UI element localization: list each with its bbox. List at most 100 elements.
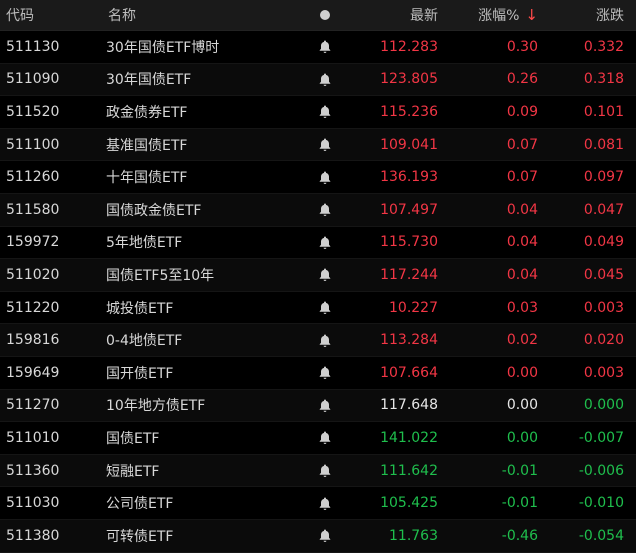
stock-code: 511090	[6, 71, 60, 88]
table-row[interactable]: 511260 十年国债ETF 136.193 0.07 0.097	[0, 161, 636, 194]
quote-table: 代码 名称 最新 涨幅% ↓ 涨跌 511130 30年国债ETF博时 112.283…	[0, 0, 636, 553]
stock-code: 159816	[6, 332, 60, 349]
change-amount: -0.007	[578, 429, 624, 446]
change-percent: 0.09	[506, 103, 538, 120]
change-amount: 0.097	[583, 169, 624, 186]
header-alert[interactable]	[305, 0, 345, 30]
table-row[interactable]: 511270 10年地方债ETF 117.648 0.00 0.000	[0, 389, 636, 423]
bell-icon[interactable]	[305, 202, 345, 218]
table-row[interactable]: 511090 30年国债ETF 123.805 0.26 0.318	[0, 63, 636, 97]
latest-price: 113.284	[380, 332, 438, 349]
change-percent: 0.30	[506, 38, 538, 55]
bell-icon[interactable]	[305, 463, 345, 479]
header-name[interactable]: 名称	[100, 0, 305, 30]
table-row[interactable]: 511360 短融ETF 111.642 -0.01 -0.006	[0, 454, 636, 488]
bell-icon[interactable]	[305, 169, 345, 185]
bell-icon[interactable]	[305, 137, 345, 153]
table-row[interactable]: 159816 0-4地债ETF 113.284 0.02 0.020	[0, 324, 636, 357]
stock-code: 511260	[6, 169, 60, 186]
change-percent: 0.26	[506, 71, 538, 88]
change-percent: 0.04	[506, 234, 538, 251]
header-code[interactable]: 代码	[0, 0, 100, 30]
stock-name: 30年国债ETF	[106, 72, 192, 89]
change-percent: 0.04	[506, 201, 538, 218]
bell-icon[interactable]	[305, 365, 345, 381]
latest-price: 11.763	[389, 527, 438, 544]
bell-icon[interactable]	[305, 39, 345, 55]
change-amount: 0.000	[583, 397, 624, 414]
stock-code: 159972	[6, 234, 60, 251]
stock-code: 511010	[6, 429, 60, 446]
change-percent: 0.00	[506, 397, 538, 414]
stock-name: 十年国债ETF	[106, 170, 188, 187]
latest-price: 105.425	[380, 495, 438, 512]
bell-icon[interactable]	[305, 332, 345, 348]
stock-code: 511360	[6, 462, 60, 479]
bell-icon[interactable]	[305, 430, 345, 446]
header-change-amt[interactable]: 涨跌	[540, 0, 636, 30]
stock-name: 国债ETF	[106, 430, 160, 447]
table-row[interactable]: 511100 基准国债ETF 109.041 0.07 0.081	[0, 128, 636, 162]
table-row[interactable]: 511010 国债ETF 141.022 0.00 -0.007	[0, 422, 636, 455]
change-amount: 0.101	[583, 103, 624, 120]
table-row[interactable]: 511030 公司债ETF 105.425 -0.01 -0.010	[0, 487, 636, 520]
stock-name: 0-4地债ETF	[106, 333, 183, 350]
latest-price: 115.236	[380, 103, 438, 120]
stock-code: 511270	[6, 397, 60, 414]
latest-price: 115.730	[380, 234, 438, 251]
stock-code: 511520	[6, 103, 60, 120]
bell-icon[interactable]	[305, 300, 345, 316]
stock-code: 511580	[6, 201, 60, 218]
stock-name: 公司债ETF	[106, 496, 174, 513]
latest-price: 107.664	[380, 364, 438, 381]
change-percent: -0.01	[501, 495, 538, 512]
latest-price: 123.805	[380, 71, 438, 88]
stock-name: 可转债ETF	[106, 528, 174, 545]
latest-price: 109.041	[380, 136, 438, 153]
header-price[interactable]: 最新	[345, 0, 440, 30]
stock-code: 511130	[6, 38, 60, 55]
latest-price: 136.193	[380, 169, 438, 186]
table-row[interactable]: 511520 政金债券ETF 115.236 0.09 0.101	[0, 96, 636, 129]
table-row[interactable]: 511220 城投债ETF 10.227 0.03 0.003	[0, 292, 636, 325]
bell-icon[interactable]	[305, 71, 345, 87]
change-amount: 0.045	[583, 266, 624, 283]
stock-name: 30年国债ETF博时	[106, 39, 220, 56]
change-amount: 0.081	[583, 136, 624, 153]
bell-icon[interactable]	[305, 234, 345, 250]
stock-code: 511100	[6, 136, 60, 153]
bell-icon[interactable]	[305, 397, 345, 413]
table-body: 511130 30年国债ETF博时 112.283 0.30 0.332 511090 30…	[0, 31, 636, 553]
change-amount: 0.020	[583, 332, 624, 349]
bell-icon[interactable]	[305, 104, 345, 120]
change-amount: 0.318	[583, 71, 624, 88]
change-percent: 0.07	[506, 136, 538, 153]
table-row[interactable]: 159649 国开债ETF 107.664 0.00 0.003	[0, 357, 636, 390]
stock-name: 5年地债ETF	[106, 235, 183, 252]
table-row[interactable]: 511380 可转债ETF 11.763 -0.46 -0.054	[0, 519, 636, 553]
bell-icon[interactable]	[305, 267, 345, 283]
change-amount: 0.047	[583, 201, 624, 218]
change-amount: -0.054	[578, 527, 624, 544]
stock-code: 159649	[6, 364, 60, 381]
bell-icon[interactable]	[305, 528, 345, 544]
latest-price: 117.244	[380, 266, 438, 283]
latest-price: 117.648	[380, 397, 438, 414]
stock-name: 10年地方债ETF	[106, 398, 206, 415]
table-row[interactable]: 511130 30年国债ETF博时 112.283 0.30 0.332	[0, 31, 636, 64]
latest-price: 111.642	[380, 462, 438, 479]
stock-code: 511220	[6, 299, 60, 316]
stock-code: 511030	[6, 495, 60, 512]
table-header: 代码 名称 最新 涨幅% ↓ 涨跌	[0, 0, 636, 31]
bell-icon[interactable]	[305, 495, 345, 511]
change-amount: 0.332	[583, 38, 624, 55]
table-row[interactable]: 159972 5年地债ETF 115.730 0.04 0.049	[0, 227, 636, 260]
change-percent: 0.04	[506, 266, 538, 283]
dot-icon	[320, 10, 330, 20]
header-change-pct[interactable]: 涨幅% ↓	[440, 0, 540, 30]
stock-code: 511020	[6, 266, 60, 283]
latest-price: 112.283	[380, 38, 438, 55]
change-amount: -0.010	[578, 495, 624, 512]
table-row[interactable]: 511020 国债ETF5至10年 117.244 0.04 0.045	[0, 259, 636, 292]
table-row[interactable]: 511580 国债政金债ETF 107.497 0.04 0.047	[0, 193, 636, 227]
